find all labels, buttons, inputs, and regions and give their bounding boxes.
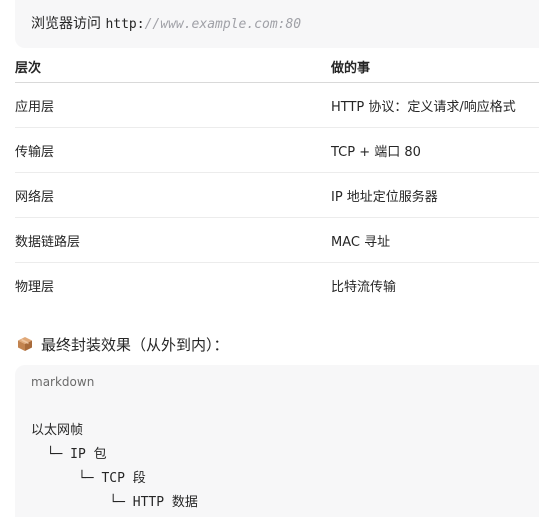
- code-content: 以太网帧 └─ IP 包 └─ TCP 段 └─ HTTP 数据: [31, 419, 198, 515]
- table-cell-layer: 传输层: [15, 127, 331, 173]
- table-cell-function: MAC 寻址: [331, 217, 539, 263]
- table-cell-layer: 网络层: [15, 172, 331, 218]
- table-row: 数据链路层 MAC 寻址: [15, 217, 539, 263]
- table-row: 网络层 IP 地址定位服务器: [15, 172, 539, 218]
- table-cell-layer: 数据链路层: [15, 217, 331, 263]
- encapsulation-heading: 最终封装效果（从外到内）：: [17, 333, 229, 355]
- code-block-encapsulation: markdown 以太网帧 └─ IP 包 └─ TCP 段 └─ HTTP 数…: [15, 365, 539, 517]
- code-url-prefix: http:: [105, 17, 145, 32]
- table-cell-function: TCP + 端口 80: [331, 127, 539, 173]
- table-cell-function: HTTP 协议：定义请求/响应格式: [331, 82, 539, 128]
- table-cell-function: IP 地址定位服务器: [331, 172, 539, 218]
- table-cell-function: 比特流传输: [331, 279, 397, 295]
- chat-message-content: 浏览器访问 http://www.example.com:80 层次 做的事 应…: [0, 0, 539, 517]
- code-line: └─ IP 包: [31, 447, 107, 462]
- network-layer-table: 层次 做的事 应用层 HTTP 协议：定义请求/响应格式 传输层 TCP + 端…: [15, 50, 539, 307]
- table-row: 传输层 TCP + 端口 80: [15, 127, 539, 173]
- table-header-function: 做的事: [331, 50, 539, 83]
- code-block-browser-access: 浏览器访问 http://www.example.com:80: [15, 0, 539, 48]
- code-line: └─ HTTP 数据: [31, 495, 198, 510]
- table-cell-layer: 物理层: [15, 279, 55, 295]
- code-url-comment: //www.example.com:80: [144, 17, 302, 32]
- table-row: 应用层 HTTP 协议：定义请求/响应格式: [15, 82, 539, 128]
- package-icon: [17, 336, 33, 352]
- code-language-label: markdown: [31, 375, 95, 389]
- encapsulation-heading-text: 最终封装效果（从外到内）：: [41, 335, 229, 354]
- table-row: 物理层 比特流传输: [15, 263, 539, 308]
- code-line: 以太网帧: [31, 423, 84, 438]
- code-line: └─ TCP 段: [31, 471, 146, 486]
- table-header-row: 层次 做的事: [15, 50, 539, 83]
- table-cell-layer: 应用层: [15, 82, 331, 128]
- code-label: 浏览器访问: [31, 16, 101, 32]
- table-header-layer: 层次: [15, 50, 331, 83]
